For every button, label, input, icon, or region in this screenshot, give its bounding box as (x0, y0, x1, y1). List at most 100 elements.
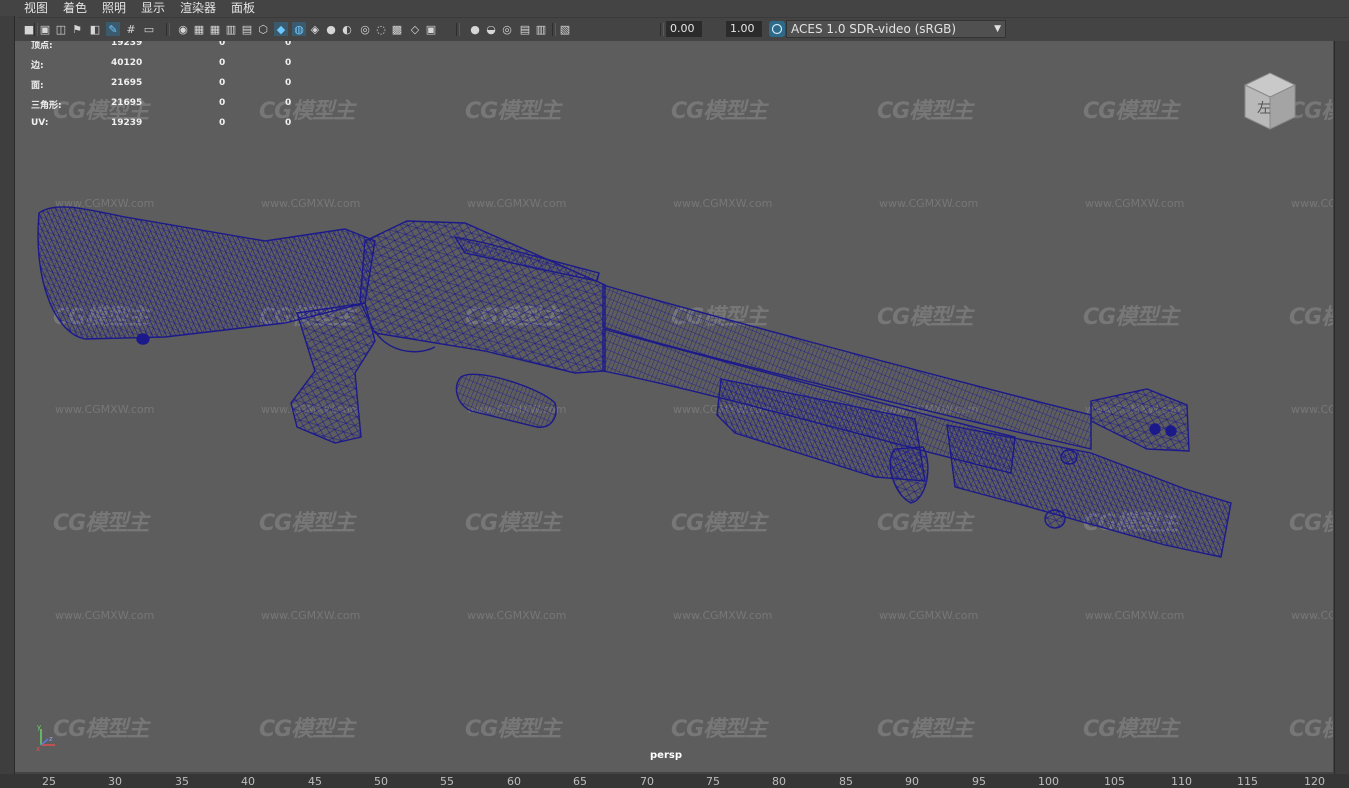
exposure-icon[interactable]: ▤ (518, 22, 532, 36)
depth-of-field-icon[interactable]: ◇ (408, 22, 422, 36)
bookmark-icon[interactable]: ◫ (54, 22, 68, 36)
hud-value: 0 (219, 98, 226, 108)
camera-attributes-icon[interactable]: ▣ (38, 22, 52, 36)
hud-label: UV: (31, 118, 49, 128)
motion-blur-icon[interactable]: ◌ (374, 22, 388, 36)
use-all-lights-icon[interactable]: ● (324, 22, 338, 36)
hud-label: 面: (31, 81, 44, 91)
panel-toolbar: ■ ▣ ◫ ⚑ ◧ ✎ # ▭ ◉ ▦ ▦ ▥ ▤ ⬡ ◆ ◍ ◈ ● ◐ ◎ ◌ ▩ ◇ ▣ ● ◒ ◎ ▤ ▥ ▧ 0.00 1.00… (18, 17, 1349, 42)
grease-pencil-icon[interactable]: ✎ (106, 22, 120, 36)
left-panel-edge (0, 16, 15, 776)
shadows-icon[interactable]: ◐ (340, 22, 354, 36)
hud-value: 19239 (111, 118, 143, 128)
hud-value: 0 (285, 78, 292, 88)
menu-panels[interactable]: 面板 (231, 0, 255, 16)
grid-icon[interactable]: # (124, 22, 138, 36)
two-d-pan-icon[interactable]: ◧ (88, 22, 102, 36)
isolate-select-icon[interactable]: ▣ (424, 22, 438, 36)
safe-action-icon[interactable]: ▥ (224, 22, 238, 36)
toolbar-separator (660, 23, 664, 36)
hud-value: 0 (285, 41, 292, 48)
gate-mask-icon[interactable]: ▦ (192, 22, 206, 36)
axis-y-label: y (37, 723, 41, 731)
toolbar-separator (34, 23, 38, 36)
x-ray-active-components-icon[interactable]: ◒ (484, 22, 498, 36)
timeline-tick-label: 50 (374, 775, 388, 788)
color-space-select[interactable]: ACES 1.0 SDR-video (sRGB) ▼ (786, 20, 1006, 38)
hud-value: 21695 (111, 78, 143, 88)
timeline-tick-label: 120 (1304, 775, 1325, 788)
resolution-gate-icon[interactable]: ◉ (176, 22, 190, 36)
hud-row-uvs: UV: 19239 0 0 (31, 118, 311, 130)
toolbar-separator (552, 23, 556, 36)
timeline-tick-label: 80 (772, 775, 786, 788)
hud-value: 0 (285, 98, 292, 108)
toolbar-separator (456, 23, 460, 36)
hud-value: 21695 (111, 98, 143, 108)
menu-view[interactable]: 视图 (24, 0, 48, 16)
screen-space-ao-icon[interactable]: ◎ (358, 22, 372, 36)
x-ray-joints-icon[interactable]: ◎ (500, 22, 514, 36)
color-management-icon[interactable] (769, 21, 785, 37)
color-management-icon[interactable]: ▧ (558, 22, 572, 36)
viewcube-icon[interactable]: 左 (1237, 67, 1303, 133)
timeline-tick-label: 100 (1038, 775, 1059, 788)
menu-shading[interactable]: 着色 (63, 0, 87, 16)
hud-value: 0 (219, 58, 226, 68)
timeline-tick-label: 115 (1237, 775, 1258, 788)
timeline-tick-label: 60 (507, 775, 521, 788)
timeline-tick-label: 55 (440, 775, 454, 788)
timeline-tick-label: 45 (308, 775, 322, 788)
exposure-field[interactable]: 0.00 (666, 21, 702, 37)
wireframe-on-shaded-icon[interactable]: ◍ (292, 22, 306, 36)
menu-show[interactable]: 显示 (141, 0, 165, 16)
hud-row-triangles: 三角形: 21695 0 0 (31, 98, 311, 111)
image-plane-icon[interactable]: ⚑ (70, 22, 84, 36)
viewcube-face-label: 左 (1257, 101, 1271, 117)
chevron-down-icon: ▼ (994, 24, 1001, 34)
field-chart-icon[interactable]: ▦ (208, 22, 222, 36)
wireframe-icon[interactable]: ⬡ (256, 22, 270, 36)
timeline-tick-label: 25 (42, 775, 56, 788)
camera-name-label: persp (650, 750, 682, 761)
hud-value: 0 (219, 78, 226, 88)
axis-gizmo-icon: y x z (36, 723, 55, 753)
gamma-field[interactable]: 1.00 (726, 21, 762, 37)
timeline-tick-label: 70 (640, 775, 654, 788)
hud-label: 边: (31, 61, 44, 71)
timeline-tick-label: 75 (706, 775, 720, 788)
timeline-tick-label: 90 (905, 775, 919, 788)
safe-title-icon[interactable]: ▤ (240, 22, 254, 36)
timeline-tick-label: 65 (573, 775, 587, 788)
shotgun-wireframe-model[interactable] (15, 41, 1333, 772)
smooth-shade-icon[interactable]: ◆ (274, 22, 288, 36)
color-space-value: ACES 1.0 SDR-video (sRGB) (791, 22, 957, 36)
menu-renderer[interactable]: 渲染器 (180, 0, 216, 16)
timeline-tick-label: 105 (1104, 775, 1125, 788)
timeline-tick-label: 35 (175, 775, 189, 788)
hud-label: 三角形: (31, 101, 62, 111)
timeline-tick-label: 30 (108, 775, 122, 788)
axis-x-label: x (36, 745, 40, 753)
menu-lighting[interactable]: 照明 (102, 0, 126, 16)
anti-aliasing-icon[interactable]: ▩ (390, 22, 404, 36)
hud-value: 40120 (111, 58, 143, 68)
x-ray-icon[interactable]: ● (468, 22, 482, 36)
textured-icon[interactable]: ◈ (308, 22, 322, 36)
hud-value: 0 (219, 41, 226, 48)
axis-z-label: z (49, 735, 53, 743)
hud-row-edges: 边: 40120 0 0 (31, 58, 311, 71)
right-panel-edge (1334, 41, 1349, 776)
hud-value: 0 (219, 118, 226, 128)
menu-bar: 视图 着色 照明 显示 渲染器 面板 (0, 0, 1349, 16)
hud-row-faces: 面: 21695 0 0 (31, 78, 311, 91)
hud-row-vertices: 顶点: 19239 0 0 (31, 41, 311, 51)
toolbar-separator (166, 23, 170, 36)
hud-value: 0 (285, 58, 292, 68)
film-gate-icon[interactable]: ▭ (142, 22, 156, 36)
gamma-icon[interactable]: ▥ (534, 22, 548, 36)
viewport-persp[interactable]: CG模型主CG模型主CG模型主CG模型主CG模型主CG模型主CG模型主CG模型主… (15, 41, 1333, 772)
hud-value: 0 (285, 118, 292, 128)
time-slider[interactable]: 25 30 35 40 45 50 55 60 65 70 75 80 85 90 95 100 105 110 1… (0, 774, 1349, 788)
timeline-tick-label: 95 (972, 775, 986, 788)
